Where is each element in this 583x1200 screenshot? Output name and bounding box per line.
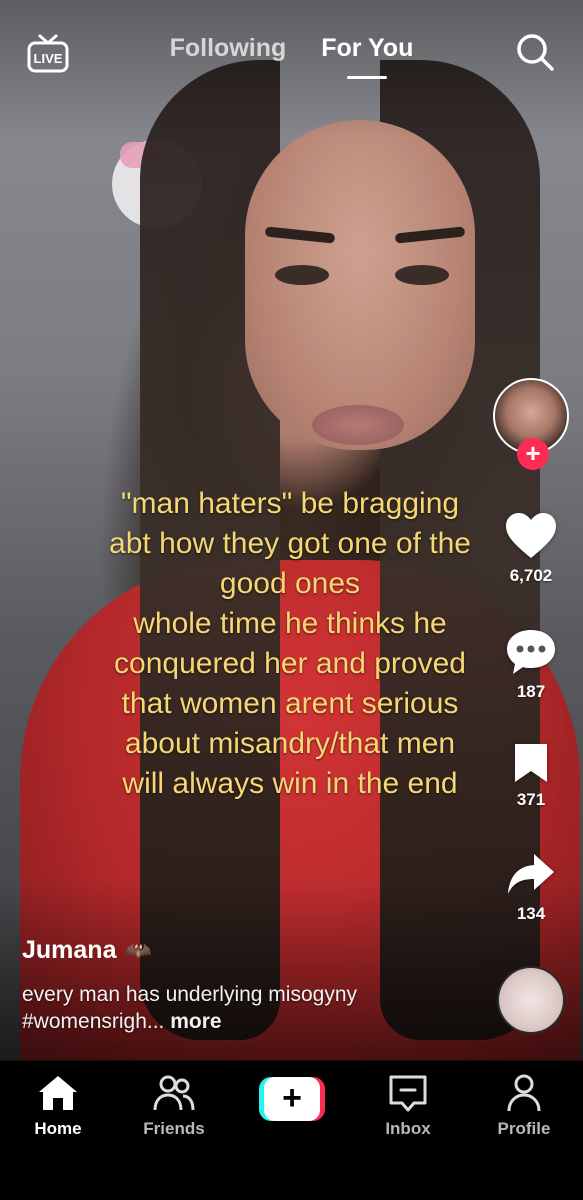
caption-line: conquered her and proved <box>114 647 466 680</box>
music-disc[interactable] <box>497 966 565 1034</box>
bookmark-icon <box>515 744 547 782</box>
caption-line: whole time he thinks he <box>133 607 447 640</box>
nav-home[interactable]: Home <box>8 1073 108 1139</box>
like-count: 6,702 <box>509 566 553 585</box>
video-lips <box>312 405 404 445</box>
profile-icon <box>507 1074 541 1112</box>
caption-line: that women arent serious <box>121 687 459 720</box>
author-name[interactable]: Jumana <box>22 936 116 965</box>
search-icon <box>517 34 554 71</box>
inbox-icon <box>389 1075 427 1112</box>
bat-emoji: 🦇 <box>124 937 152 963</box>
nav-home-label: Home <box>34 1119 82 1138</box>
nav-profile-label: Profile <box>497 1119 551 1138</box>
share-arrow-icon <box>508 854 554 894</box>
caption-line: abt how they got one of the <box>109 527 471 560</box>
search-button[interactable] <box>515 32 555 72</box>
nav-friends-label: Friends <box>143 1119 205 1138</box>
comment-bubble-icon <box>507 630 555 674</box>
like-button[interactable]: 6,702 <box>493 512 569 586</box>
caption-line: "man haters" be bragging <box>120 487 460 520</box>
caption-line: will always win in the end <box>122 767 458 800</box>
caption-line: good ones <box>219 567 361 600</box>
comment-button[interactable]: 187 <box>493 628 569 702</box>
video-eye-right <box>395 265 449 285</box>
tab-following[interactable]: Following <box>170 34 287 63</box>
friends-icon <box>153 1075 195 1111</box>
video-face <box>245 120 475 450</box>
comment-count: 187 <box>516 682 546 701</box>
bottom-nav: Home Friends + Inbox Profile <box>0 1060 583 1200</box>
home-icon <box>39 1076 77 1110</box>
caption-line: about misandry/that men <box>124 727 456 760</box>
author-row: Jumana 🦇 <box>22 936 462 965</box>
create-button[interactable]: + <box>259 1077 325 1121</box>
post-description[interactable]: every man has underlying misogyny #women… <box>22 981 462 1035</box>
heart-icon <box>506 513 556 558</box>
nav-friends[interactable]: Friends <box>124 1073 224 1139</box>
top-bar: LIVE Following For You <box>0 28 583 88</box>
feed-tabs: Following For You <box>0 34 583 79</box>
post-meta: Jumana 🦇 every man has underlying misogy… <box>22 936 462 1035</box>
video-overlay-caption: "man haters" be bragging abt how they go… <box>70 484 510 804</box>
nav-profile[interactable]: Profile <box>474 1073 574 1139</box>
follow-button[interactable]: + <box>517 438 549 470</box>
save-count: 371 <box>516 790 546 809</box>
nav-inbox-label: Inbox <box>385 1119 431 1138</box>
video-eye-left <box>275 265 329 285</box>
create-plus-icon: + <box>264 1077 320 1121</box>
share-button[interactable]: 134 <box>493 852 569 924</box>
share-count: 134 <box>516 904 546 923</box>
save-button[interactable]: 371 <box>493 742 569 810</box>
tab-for-you[interactable]: For You <box>321 34 413 79</box>
more-link[interactable]: more <box>170 1010 221 1033</box>
nav-inbox[interactable]: Inbox <box>358 1073 458 1139</box>
